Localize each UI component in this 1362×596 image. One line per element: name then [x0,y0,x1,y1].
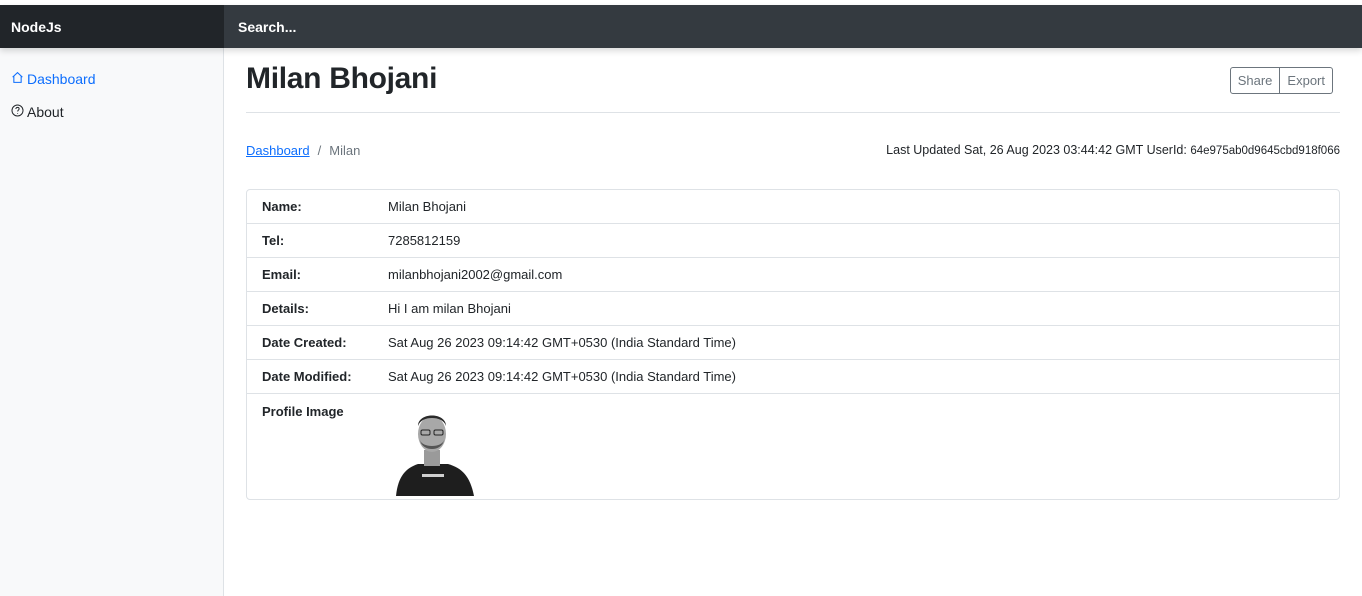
row-label: Details: [262,301,309,316]
last-updated-text: Last Updated Sat, 26 Aug 2023 03:44:42 G… [886,143,1144,157]
page-title: Milan Bhojani [246,62,438,95]
sidebar-item-about[interactable]: About [11,104,64,120]
export-button[interactable]: Export [1280,67,1333,94]
sidebar-item-dashboard[interactable]: Dashboard [11,71,96,87]
toolbar-button-group: Share Export [1229,67,1333,94]
row-value [388,394,1339,499]
userid-value: 64e975ab0d9645cbd918f066 [1190,145,1340,157]
sidebar-item-label: Dashboard [27,71,96,87]
breadcrumb-separator: / [317,143,322,158]
table-row: Name: Milan Bhojani [247,190,1339,224]
row-value: 7285812159 [388,233,461,248]
table-row: Date Modified: Sat Aug 26 2023 09:14:42 … [247,360,1339,394]
breadcrumb-current: Milan [329,143,361,158]
row-label: Date Modified: [262,369,352,384]
table-row: Profile Image [247,394,1339,499]
question-circle-icon [11,104,27,120]
row-label: Name: [262,199,302,214]
table-row: Details: Hi I am milan Bhojani [247,292,1339,326]
user-details-table: Name: Milan Bhojani Tel: 7285812159 Emai… [246,189,1340,500]
last-updated-info: Last Updated Sat, 26 Aug 2023 03:44:42 G… [886,143,1340,157]
row-value: milanbhojani2002@gmail.com [388,267,563,282]
brand-logo[interactable]: NodeJs [0,5,224,48]
top-navbar: NodeJs [0,5,1362,48]
row-label: Tel: [262,233,285,248]
row-label: Date Created: [262,335,347,350]
sidebar: Dashboard About [0,48,224,596]
sidebar-item-label: About [27,104,64,120]
breadcrumb: Dashboard / Milan [246,143,360,158]
row-value: Milan Bhojani [388,199,467,214]
breadcrumb-link-dashboard[interactable]: Dashboard [246,143,310,158]
table-row: Tel: 7285812159 [247,224,1339,258]
title-divider [246,112,1340,113]
row-value: Sat Aug 26 2023 09:14:42 GMT+0530 (India… [388,369,736,384]
house-icon [11,71,27,87]
row-value: Hi I am milan Bhojani [388,301,511,316]
share-button[interactable]: Share [1229,67,1281,94]
search-input[interactable] [224,5,1362,48]
row-label: Email: [262,267,302,282]
table-row: Date Created: Sat Aug 26 2023 09:14:42 G… [247,326,1339,360]
table-row: Email: milanbhojani2002@gmail.com [247,258,1339,292]
profile-image [388,404,480,496]
row-label: Profile Image [262,404,344,419]
userid-label: UserId: [1146,143,1187,157]
row-value: Sat Aug 26 2023 09:14:42 GMT+0530 (India… [388,335,736,350]
